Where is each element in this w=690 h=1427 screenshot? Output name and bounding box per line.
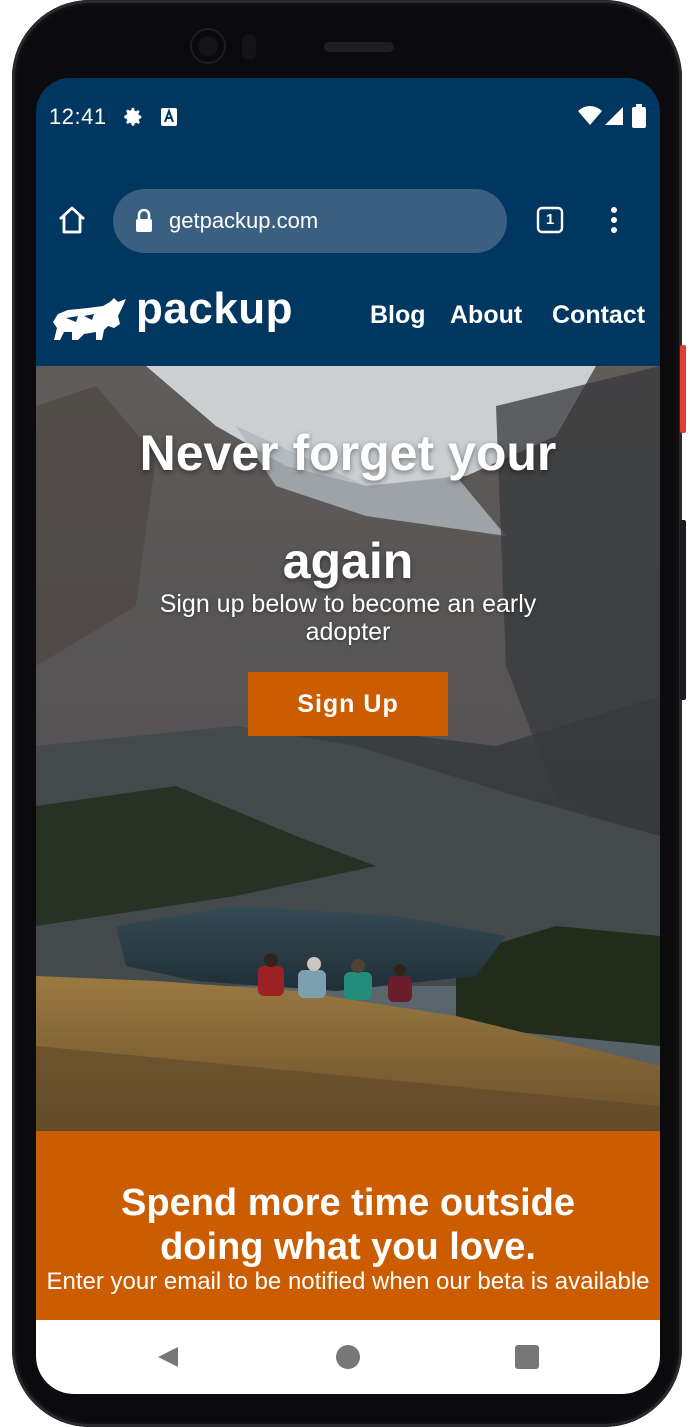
nav-about-link[interactable]: About [450, 301, 522, 330]
gear-icon [122, 106, 144, 133]
url-text: getpackup.com [169, 208, 319, 233]
power-button[interactable] [680, 345, 686, 433]
status-time: 12:41 [49, 104, 107, 129]
hero-title-line2: again [282, 533, 414, 589]
tab-count: 1 [545, 211, 555, 228]
url-bar[interactable]: getpackup.com [113, 189, 507, 253]
a-badge-icon [160, 106, 178, 133]
sign-up-button[interactable]: Sign Up [248, 672, 448, 736]
home-icon[interactable] [56, 204, 96, 244]
hero-section: Never forget your again Sign up below to… [36, 366, 660, 1131]
promo-section: Spend more time outside doing what you l… [36, 1131, 660, 1331]
battery-icon [632, 104, 646, 133]
screen: 12:41 getpackup.com 1 packup Blog About … [36, 78, 660, 1394]
hero-subtitle: Sign up below to become an early adopter [159, 590, 537, 646]
lock-icon [135, 208, 153, 238]
promo-title: Spend more time outside doing what you l… [121, 1182, 575, 1268]
yak-logo-icon[interactable] [48, 296, 128, 347]
android-nav-bar [36, 1320, 660, 1394]
tab-switcher-icon[interactable]: 1 [536, 206, 564, 234]
recents-icon[interactable] [515, 1345, 539, 1369]
earpiece-speaker [324, 42, 394, 52]
brand-name[interactable]: packup [136, 284, 293, 334]
volume-button[interactable] [680, 520, 686, 700]
more-vert-icon[interactable] [604, 204, 624, 240]
front-camera [192, 30, 224, 62]
back-icon[interactable] [156, 1345, 180, 1374]
status-bar: 12:41 [36, 78, 660, 154]
proximity-sensor [242, 34, 256, 60]
nav-blog-link[interactable]: Blog [370, 301, 426, 330]
signal-icon [604, 106, 624, 131]
nav-contact-link[interactable]: Contact [552, 301, 645, 330]
promo-subtitle: Enter your email to be notified when our… [46, 1268, 650, 1295]
hero-title-line1: Never forget your [139, 425, 557, 481]
home-circle-icon[interactable] [336, 1345, 360, 1369]
site-header: packup Blog About Contact [36, 266, 660, 366]
wifi-icon [578, 106, 602, 131]
browser-toolbar: getpackup.com 1 [36, 186, 660, 266]
